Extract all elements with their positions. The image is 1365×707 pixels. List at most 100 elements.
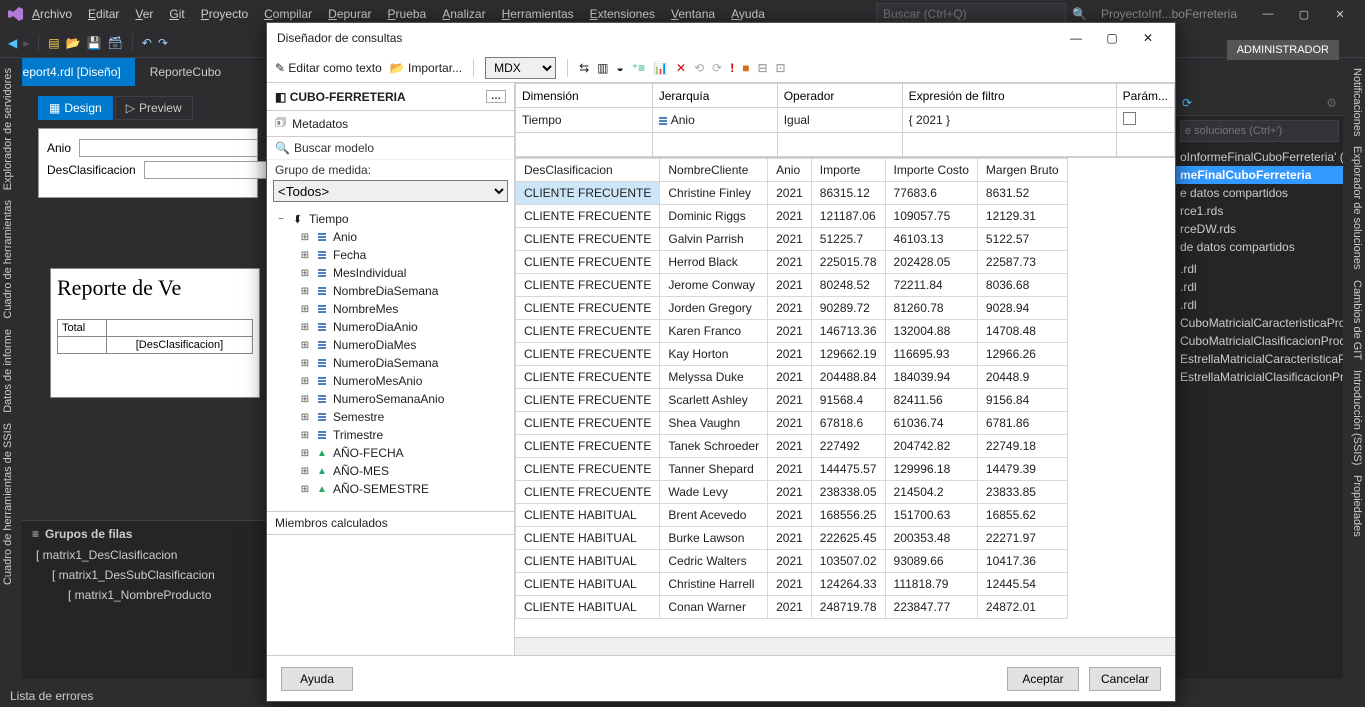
result-row[interactable]: CLIENTE HABITUALBrent Acevedo2021168556.…	[516, 504, 1068, 527]
tree-attribute[interactable]: ⊞▲AÑO-MES	[271, 462, 514, 480]
measure-group-select[interactable]: <Todos>	[273, 180, 508, 202]
cancel-button[interactable]: Cancelar	[1089, 667, 1161, 691]
maximize-button[interactable]: ▢	[1287, 3, 1321, 25]
rail-tab[interactable]: Cuadro de herramientas	[2, 200, 20, 319]
tb-icon[interactable]: ⟲	[694, 61, 704, 75]
tb-icon[interactable]: ⇆	[579, 61, 589, 75]
calc-members-area[interactable]	[267, 535, 514, 655]
tree-attribute[interactable]: ⊞NombreDiaSemana	[271, 282, 514, 300]
tree-attribute[interactable]: ⊞NumeroDiaAnio	[271, 318, 514, 336]
tb-icon[interactable]: ⊡	[776, 61, 786, 75]
menu-extensiones[interactable]: Extensiones	[582, 7, 663, 21]
solution-item[interactable]: meFinalCuboFerreteria	[1176, 166, 1343, 184]
tree-attribute[interactable]: ⊞NombreMes	[271, 300, 514, 318]
tree-attribute[interactable]: ⊞NumeroDiaSemana	[271, 354, 514, 372]
result-row[interactable]: CLIENTE FRECUENTEScarlett Ashley20219156…	[516, 389, 1068, 412]
solution-item[interactable]: e datos compartidos	[1176, 184, 1343, 202]
menu-archivo[interactable]: Archivo	[24, 7, 80, 21]
result-row[interactable]: CLIENTE FRECUENTETanner Shepard202114447…	[516, 458, 1068, 481]
menu-git[interactable]: Git	[161, 7, 192, 21]
menu-ver[interactable]: Ver	[127, 7, 161, 21]
result-row[interactable]: CLIENTE FRECUENTEJorden Gregory202190289…	[516, 297, 1068, 320]
result-row[interactable]: CLIENTE HABITUALChristine Harrell2021124…	[516, 573, 1068, 596]
delete-icon[interactable]: ✕	[676, 61, 686, 75]
result-row[interactable]: CLIENTE FRECUENTEJerome Conway202180248.…	[516, 274, 1068, 297]
tb-icon[interactable]: ⁺≡	[632, 61, 645, 75]
menu-analizar[interactable]: Analizar	[434, 7, 493, 21]
tree-attribute[interactable]: ⊞Anio	[271, 228, 514, 246]
dialog-minimize-button[interactable]: —	[1059, 27, 1093, 49]
solution-item[interactable]: oInformeFinalCuboFerreteria' (	[1176, 148, 1343, 166]
error-list-link[interactable]: Lista de errores	[10, 689, 93, 703]
save-icon[interactable]: 💾	[87, 36, 102, 50]
tb-icon[interactable]: ▥	[597, 61, 608, 75]
result-row[interactable]: CLIENTE FRECUENTEKaren Franco2021146713.…	[516, 320, 1068, 343]
run-icon[interactable]: !	[730, 61, 734, 75]
tb-icon[interactable]: 📊	[653, 61, 668, 75]
stop-icon[interactable]: ■	[742, 61, 749, 75]
tab-design[interactable]: ▦Design	[38, 96, 113, 120]
solution-item[interactable]: de datos compartidos	[1176, 238, 1343, 256]
rail-tab[interactable]: Cambios de GIT	[1345, 280, 1363, 360]
dialog-maximize-button[interactable]: ▢	[1095, 27, 1129, 49]
tree-attribute[interactable]: ⊞NumeroDiaMes	[271, 336, 514, 354]
result-row[interactable]: CLIENTE FRECUENTEKay Horton2021129662.19…	[516, 343, 1068, 366]
tree-attribute[interactable]: ⊞▲AÑO-FECHA	[271, 444, 514, 462]
query-language-select[interactable]: MDX	[485, 57, 556, 79]
query-result-grid[interactable]: DesClasificacionNombreClienteAnioImporte…	[515, 158, 1175, 637]
tree-attribute[interactable]: ⊞Semestre	[271, 408, 514, 426]
tab-preview[interactable]: ▷Preview	[115, 96, 193, 120]
menu-herramientas[interactable]: Herramientas	[494, 7, 582, 21]
accept-button[interactable]: Aceptar	[1007, 667, 1079, 691]
solution-search-input[interactable]	[1180, 120, 1339, 142]
rail-tab[interactable]: Explorador de servidores	[2, 68, 20, 190]
tree-attribute[interactable]: ⊞NumeroSemanaAnio	[271, 390, 514, 408]
cube-picker-button[interactable]: …	[486, 90, 506, 103]
redo-icon[interactable]: ↷	[158, 36, 168, 50]
menu-compilar[interactable]: Compilar	[256, 7, 320, 21]
filter-grid[interactable]: DimensiónJerarquíaOperadorExpresión de f…	[515, 83, 1175, 158]
tb-icon[interactable]: ◒	[616, 61, 623, 75]
horizontal-scrollbar[interactable]	[515, 637, 1175, 655]
rail-tab[interactable]: Introducción (SSIS)	[1345, 370, 1363, 465]
rail-tab[interactable]: Explorador de soluciones	[1345, 146, 1363, 270]
tree-attribute[interactable]: ⊞▲AÑO-SEMESTRE	[271, 480, 514, 498]
result-row[interactable]: CLIENTE HABITUALConan Warner2021248719.7…	[516, 596, 1068, 619]
dialog-close-button[interactable]: ✕	[1131, 27, 1165, 49]
solution-item[interactable]: CuboMatricialCaracteristicaPro	[1176, 314, 1343, 332]
solution-item[interactable]: EstrellaMatricialCaracteristicaPr	[1176, 350, 1343, 368]
edit-as-text-button[interactable]: ✎ Editar como texto	[275, 61, 382, 75]
refresh-icon[interactable]: ⟳	[1182, 96, 1192, 110]
menu-prueba[interactable]: Prueba	[380, 7, 435, 21]
tree-attribute[interactable]: ⊞NumeroMesAnio	[271, 372, 514, 390]
result-row[interactable]: CLIENTE FRECUENTEWade Levy2021238338.052…	[516, 481, 1068, 504]
open-icon[interactable]: 📂	[66, 36, 81, 50]
result-row[interactable]: CLIENTE FRECUENTEDominic Riggs2021121187…	[516, 205, 1068, 228]
rail-tab[interactable]: Notificaciones	[1345, 68, 1363, 136]
search-icon[interactable]: 🔍	[1072, 7, 1087, 21]
solution-item[interactable]: EstrellaMatricialClasificacionPrc	[1176, 368, 1343, 386]
rail-tab[interactable]: Datos de informe	[2, 329, 20, 413]
rail-tab[interactable]: Cuadro de herramientas de SSIS	[2, 423, 20, 585]
close-button[interactable]: ✕	[1323, 3, 1357, 25]
tree-attribute[interactable]: ⊞Trimestre	[271, 426, 514, 444]
help-button[interactable]: Ayuda	[281, 667, 353, 691]
import-button[interactable]: 📂 Importar...	[390, 61, 462, 75]
result-row[interactable]: CLIENTE FRECUENTEChristine Finley2021863…	[516, 182, 1068, 205]
menu-editar[interactable]: Editar	[80, 7, 127, 21]
solution-item[interactable]: rceDW.rds	[1176, 220, 1343, 238]
tb-icon[interactable]: ⟳	[712, 61, 722, 75]
menu-ventana[interactable]: Ventana	[663, 7, 723, 21]
document-tab[interactable]: ReporteCubo	[136, 58, 236, 86]
result-row[interactable]: CLIENTE FRECUENTEHerrod Black2021225015.…	[516, 251, 1068, 274]
tree-dimension[interactable]: −⮮Tiempo	[271, 210, 514, 228]
tree-attribute[interactable]: ⊞MesIndividual	[271, 264, 514, 282]
solution-item[interactable]: CuboMatricialClasificacionProc	[1176, 332, 1343, 350]
nav-fwd-icon[interactable]: ▸	[23, 36, 29, 50]
filter-row[interactable]: TiempoAnioIgual{ 2021 }	[516, 108, 1175, 133]
result-row[interactable]: CLIENTE HABITUALCedric Walters2021103507…	[516, 550, 1068, 573]
tree-attribute[interactable]: ⊞Fecha	[271, 246, 514, 264]
metadata-tree[interactable]: −⮮Tiempo⊞Anio⊞Fecha⊞MesIndividual⊞Nombre…	[267, 206, 514, 511]
new-icon[interactable]: ▤	[48, 36, 59, 50]
solution-item[interactable]: .rdl	[1176, 296, 1343, 314]
